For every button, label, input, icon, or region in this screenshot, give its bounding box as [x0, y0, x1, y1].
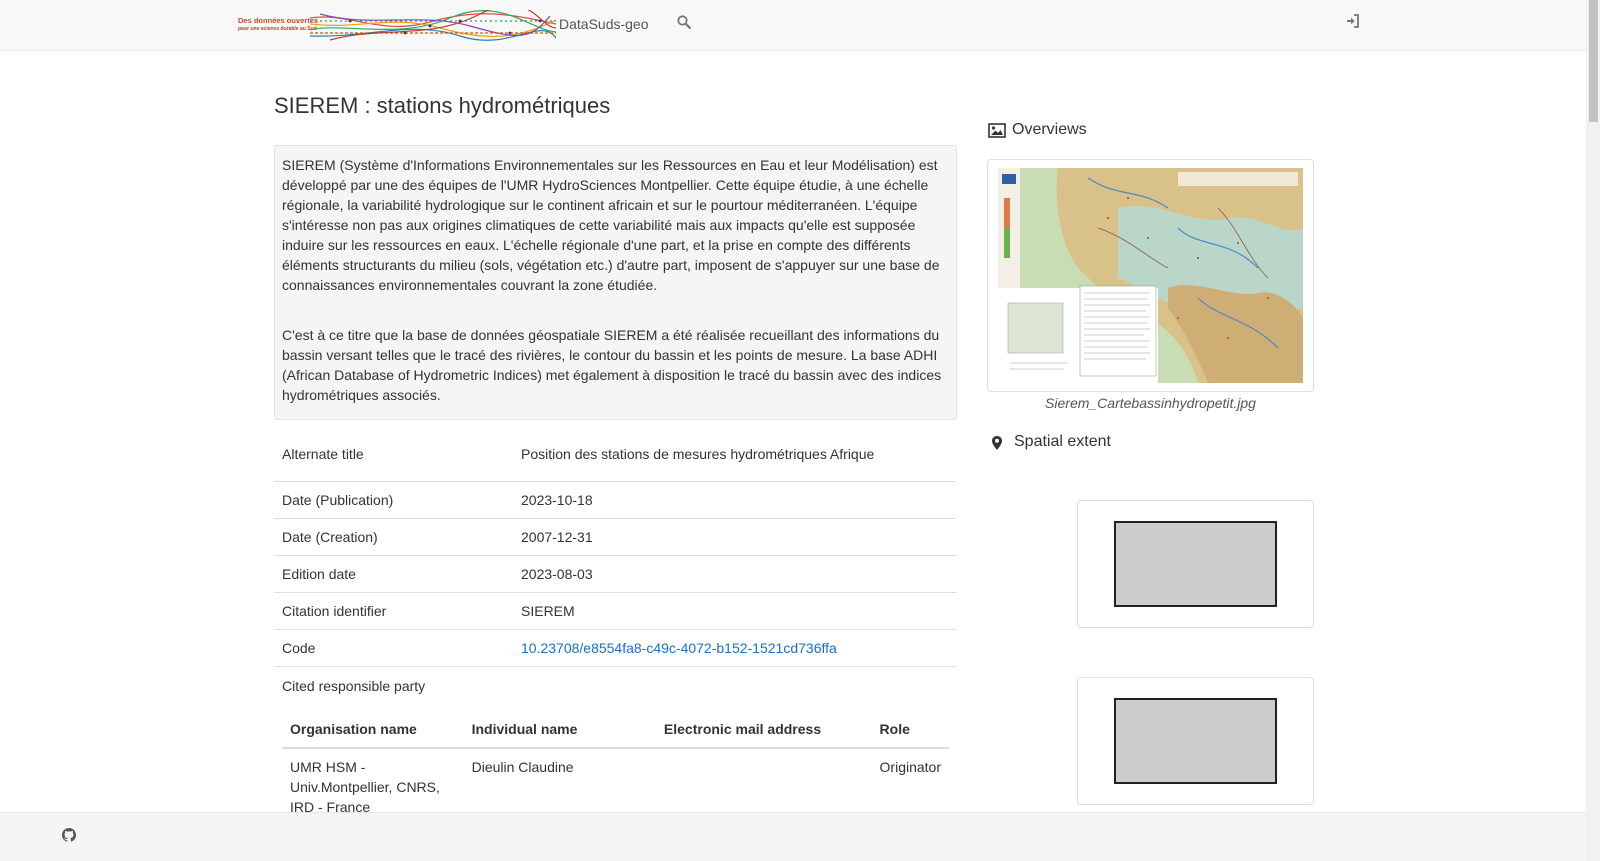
- site-name[interactable]: DataSuds-geo: [559, 16, 649, 32]
- metadata-value: SIEREM: [513, 591, 957, 629]
- abstract-panel: SIEREM (Système d'Informations Environne…: [274, 145, 957, 420]
- overview-caption: Sierem_Cartebassinhydropetit.jpg: [1045, 395, 1256, 411]
- column-header: Electronic mail address: [655, 713, 872, 749]
- metadata-key: Citation identifier: [274, 591, 513, 629]
- logo-network-graphic: [310, 10, 556, 41]
- party-table-header: Organisation name Individual name Electr…: [282, 713, 949, 749]
- bounding-box-extent: [1114, 698, 1277, 784]
- metadata-key: Alternate title: [282, 446, 364, 462]
- metadata-value: 2023-08-03: [513, 554, 957, 592]
- page-title: SIEREM : stations hydrométriques: [274, 93, 611, 118]
- metadata-key: Edition date: [274, 554, 513, 592]
- github-icon[interactable]: [62, 828, 76, 842]
- map-marker-icon: [992, 436, 1002, 450]
- top-navbar: Des données ouvertes pour une science du…: [0, 0, 1586, 51]
- metadata-row-date-creation: Date (Creation) 2007-12-31: [274, 517, 957, 555]
- metadata-key: Code: [274, 628, 513, 666]
- cited-party-label: Cited responsible party: [282, 678, 426, 694]
- logo-line-1: Des données ouvertes: [238, 16, 319, 25]
- spatial-extent-map-1[interactable]: [1077, 500, 1314, 628]
- site-logo-link[interactable]: Des données ouvertes pour une science du…: [238, 10, 556, 42]
- metadata-key: Date (Publication): [274, 480, 513, 518]
- sign-in-icon[interactable]: [1346, 14, 1362, 30]
- metadata-row-date-publication: Date (Publication) 2023-10-18: [274, 480, 957, 518]
- page-scrollbar[interactable]: [1586, 0, 1600, 861]
- search-icon[interactable]: [677, 15, 693, 31]
- column-header: Individual name: [463, 713, 656, 749]
- abstract-paragraph-2: C'est à ce titre que la base de données …: [282, 327, 942, 403]
- abstract-paragraph-1: SIEREM (Système d'Informations Environne…: [282, 157, 940, 293]
- logo-line-2: pour une science durable au Sud: [238, 26, 317, 32]
- responsible-party-table: Organisation name Individual name Electr…: [282, 713, 949, 825]
- image-icon: [988, 123, 1006, 138]
- metadata-key: Date (Creation): [274, 517, 513, 555]
- page-footer: [0, 812, 1586, 861]
- metadata-value: 2007-12-31: [513, 517, 957, 555]
- metadata-value: Position des stations de mesures hydromé…: [521, 446, 875, 462]
- metadata-value: 10.23708/e8554fa8-c49c-4072-b152-1521cd7…: [513, 628, 957, 666]
- metadata-table: Alternate title Position des stations de…: [274, 434, 957, 703]
- column-header: Role: [871, 713, 949, 749]
- metadata-row-code: Code 10.23708/e8554fa8-c49c-4072-b152-15…: [274, 628, 957, 666]
- metadata-row-alternate-title: Alternate title Position des stations de…: [274, 434, 957, 481]
- spatial-extent-map-2[interactable]: [1077, 677, 1314, 805]
- metadata-row-citation-identifier: Citation identifier SIEREM: [274, 591, 957, 629]
- overview-thumbnail-frame[interactable]: [987, 159, 1314, 392]
- logo-text: Des données ouvertes pour une science du…: [238, 16, 319, 34]
- spatial-extent-heading-text: Spatial extent: [1014, 433, 1111, 450]
- scrollbar-thumb[interactable]: [1589, 0, 1598, 122]
- column-header: Organisation name: [282, 713, 464, 749]
- overview-map-image[interactable]: [998, 168, 1303, 383]
- metadata-value: 2023-10-18: [513, 480, 957, 518]
- bounding-box-extent: [1114, 521, 1277, 607]
- metadata-row-edition-date: Edition date 2023-08-03: [274, 554, 957, 592]
- doi-link[interactable]: 10.23708/e8554fa8-c49c-4072-b152-1521cd7…: [521, 640, 837, 656]
- overviews-heading-text: Overviews: [1012, 121, 1087, 138]
